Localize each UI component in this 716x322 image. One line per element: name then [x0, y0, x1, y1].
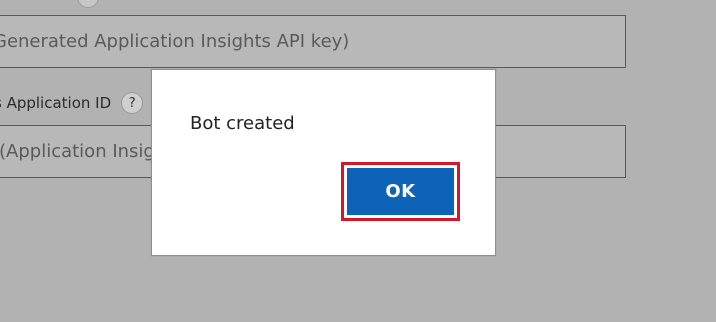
app-id-field-placeholder: (Application Insigh — [0, 141, 167, 162]
api-key-field-placeholder: Generated Application Insights API key) — [0, 31, 350, 52]
application-id-label: s Application ID — [0, 94, 112, 112]
ok-button-focus-outline: OK — [341, 162, 460, 221]
application-insights-api-key-field[interactable]: Generated Application Insights API key) — [0, 15, 626, 68]
bot-created-dialog: Bot created OK — [151, 69, 496, 256]
field-label-fragment — [0, 0, 64, 4]
application-id-label-row: s Application ID ? — [0, 92, 144, 114]
help-icon-top — [77, 0, 99, 8]
help-icon[interactable]: ? — [121, 92, 144, 114]
dialog-message: Bot created — [190, 113, 295, 134]
help-icon-glyph: ? — [128, 95, 136, 111]
ok-button[interactable]: OK — [347, 168, 454, 215]
